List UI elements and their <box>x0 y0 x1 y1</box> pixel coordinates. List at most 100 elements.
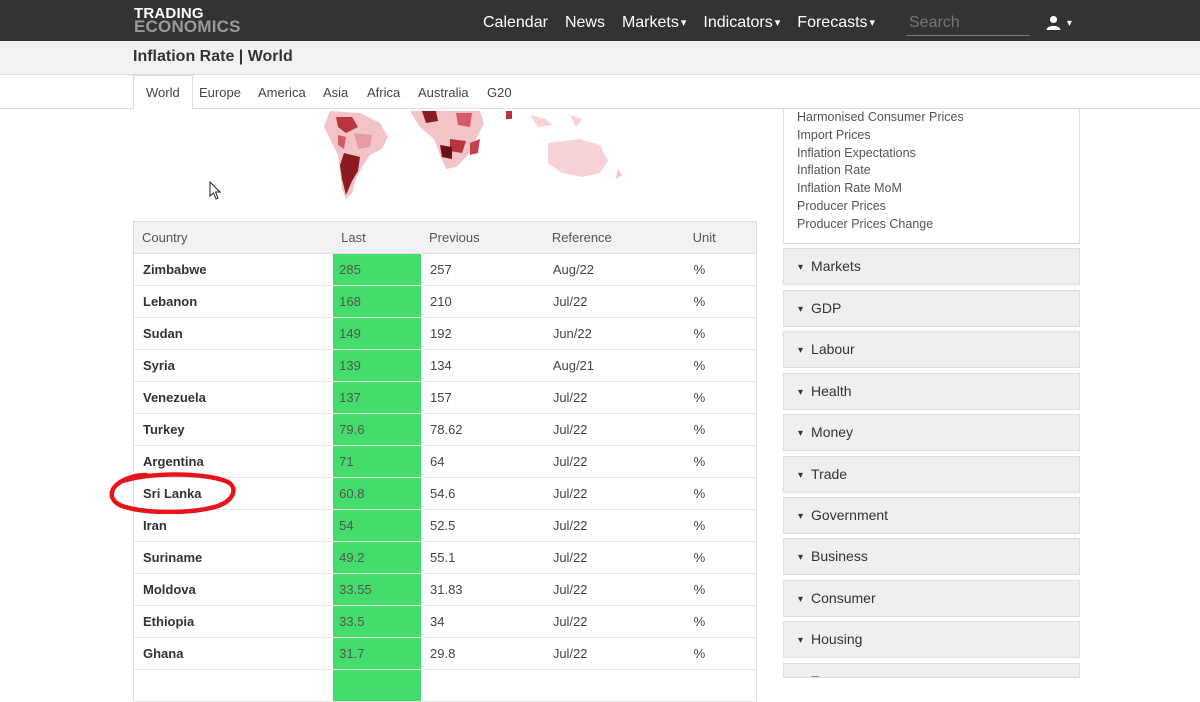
unit-value: % <box>684 477 757 510</box>
country-link[interactable]: Iran <box>133 509 334 542</box>
tab-asia[interactable]: Asia <box>323 75 348 109</box>
reference-value: Jul/22 <box>543 637 685 670</box>
previous-value: 192 <box>421 317 544 350</box>
section-consumer[interactable]: Consumer <box>783 580 1080 617</box>
header-unit[interactable]: Unit <box>684 221 757 254</box>
reference-value: Jul/22 <box>543 509 685 542</box>
header-country[interactable]: Country <box>133 221 334 254</box>
related-link[interactable]: Import Prices <box>797 127 1066 145</box>
country-link[interactable]: Zimbabwe <box>133 253 334 286</box>
unit-value: % <box>684 541 757 574</box>
unit-value: % <box>684 605 757 638</box>
section-trade[interactable]: Trade <box>783 456 1080 493</box>
table-row: Suriname 49.2 55.1 Jul/22 % <box>133 541 757 574</box>
logo-line-2: ECONOMICS <box>134 17 241 36</box>
table-row: Sri Lanka 60.8 54.6 Jul/22 % <box>133 477 757 510</box>
tab-europe[interactable]: Europe <box>199 75 241 109</box>
chevron-down-icon: ▾ <box>1066 18 1072 29</box>
previous-value: 210 <box>421 285 544 318</box>
main-nav: Calendar News Markets Indicators Forecas… <box>483 14 875 32</box>
section-health[interactable]: Health <box>783 373 1080 410</box>
section-taxes[interactable]: Taxes <box>783 663 1080 678</box>
previous-value: 55.1 <box>421 541 544 574</box>
search-input[interactable]: Search <box>906 14 1030 36</box>
previous-value: 157 <box>421 381 544 414</box>
country-link[interactable]: Suriname <box>133 541 334 574</box>
section-markets[interactable]: Markets <box>783 248 1080 285</box>
section-money[interactable]: Money <box>783 414 1080 451</box>
tab-australia[interactable]: Australia <box>418 75 469 109</box>
tab-america[interactable]: America <box>258 75 306 109</box>
nav-forecasts[interactable]: Forecasts <box>797 14 875 32</box>
table-row: Venezuela 137 157 Jul/22 % <box>133 381 757 414</box>
user-menu[interactable]: ▾ <box>1046 15 1072 31</box>
unit-value: % <box>684 285 757 318</box>
last-value: 168 <box>333 285 421 318</box>
country-link-partial[interactable] <box>133 669 334 702</box>
header-last[interactable]: Last <box>333 221 421 254</box>
table-row: Lebanon 168 210 Jul/22 % <box>133 285 757 318</box>
header-previous[interactable]: Previous <box>421 221 544 254</box>
related-link[interactable]: Producer Prices <box>797 198 1066 216</box>
nav-calendar[interactable]: Calendar <box>483 14 548 32</box>
reference-value: Aug/22 <box>543 253 685 286</box>
country-link[interactable]: Venezuela <box>133 381 334 414</box>
nav-indicators[interactable]: Indicators <box>703 14 780 32</box>
tab-world[interactable]: World <box>133 75 193 110</box>
section-business[interactable]: Business <box>783 538 1080 575</box>
last-value: 285 <box>333 253 421 286</box>
table-header-row: Country Last Previous Reference Unit <box>133 221 757 254</box>
tab-africa[interactable]: Africa <box>367 75 400 109</box>
related-link[interactable]: Inflation Expectations <box>797 145 1066 163</box>
section-housing[interactable]: Housing <box>783 621 1080 658</box>
previous-value: 257 <box>421 253 544 286</box>
unit-value: % <box>684 253 757 286</box>
site-logo[interactable]: TRADING ECONOMICS <box>134 6 241 36</box>
last-value: 33.5 <box>333 605 421 638</box>
reference-value: Jul/22 <box>543 573 685 606</box>
country-link[interactable]: Lebanon <box>133 285 334 318</box>
previous-value: 78.62 <box>421 413 544 446</box>
nav-markets[interactable]: Markets <box>622 14 686 32</box>
unit-value: % <box>684 509 757 542</box>
last-value: 54 <box>333 509 421 542</box>
last-value: 139 <box>333 349 421 382</box>
reference-value: Jul/22 <box>543 541 685 574</box>
related-indicators-panel: Harmonised Consumer Prices Import Prices… <box>783 109 1080 244</box>
last-value: 149 <box>333 317 421 350</box>
reference-value: Jul/22 <box>543 477 685 510</box>
related-link[interactable]: Producer Prices Change <box>797 216 1066 234</box>
country-link[interactable]: Ghana <box>133 637 334 670</box>
country-link[interactable]: Ethiopia <box>133 605 334 638</box>
country-link[interactable]: Sudan <box>133 317 334 350</box>
table-row: Ethiopia 33.5 34 Jul/22 % <box>133 605 757 638</box>
table-row: Zimbabwe 285 257 Aug/22 % <box>133 253 757 286</box>
previous-value: 52.5 <box>421 509 544 542</box>
table-row <box>133 669 757 702</box>
unit-value-partial <box>684 669 757 702</box>
related-link[interactable]: Harmonised Consumer Prices <box>797 109 1066 127</box>
section-government[interactable]: Government <box>783 497 1080 534</box>
last-value: 71 <box>333 445 421 478</box>
unit-value: % <box>684 445 757 478</box>
unit-value: % <box>684 573 757 606</box>
country-link[interactable]: Sri Lanka <box>133 477 334 510</box>
world-inflation-map[interactable] <box>300 109 640 204</box>
nav-news[interactable]: News <box>565 14 605 32</box>
country-link[interactable]: Moldova <box>133 573 334 606</box>
tab-g20[interactable]: G20 <box>487 75 512 109</box>
country-link[interactable]: Turkey <box>133 413 334 446</box>
related-link[interactable]: Inflation Rate MoM <box>797 180 1066 198</box>
table-row: Turkey 79.6 78.62 Jul/22 % <box>133 413 757 446</box>
unit-value: % <box>684 637 757 670</box>
last-value: 33.55 <box>333 573 421 606</box>
header-reference[interactable]: Reference <box>543 221 685 254</box>
section-labour[interactable]: Labour <box>783 331 1080 368</box>
previous-value: 54.6 <box>421 477 544 510</box>
related-link[interactable]: Inflation Rate <box>797 162 1066 180</box>
country-link[interactable]: Argentina <box>133 445 334 478</box>
table-row: Ghana 31.7 29.8 Jul/22 % <box>133 637 757 670</box>
section-gdp[interactable]: GDP <box>783 290 1080 327</box>
country-link[interactable]: Syria <box>133 349 334 382</box>
last-value: 137 <box>333 381 421 414</box>
